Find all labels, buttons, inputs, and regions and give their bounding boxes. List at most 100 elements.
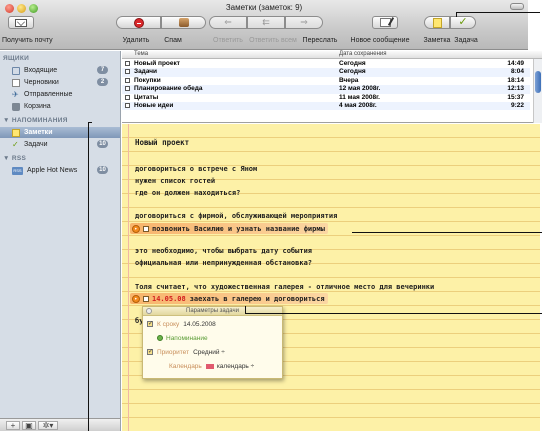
note-line: договориться о встрече с Яном — [135, 165, 258, 173]
list-header: Тема Дата сохранения — [122, 51, 542, 59]
scrollbar-thumb[interactable] — [535, 71, 541, 93]
todo-text: позвонить Василию и узнать название фирм… — [152, 224, 325, 233]
calendar-color-swatch — [205, 363, 214, 369]
todo-options-icon[interactable]: ▸ — [132, 294, 140, 303]
sidebar-item-label: Заметки — [24, 129, 53, 136]
close-popup-icon[interactable] — [146, 308, 152, 314]
list-row[interactable]: Покупки Вчера 18:14 — [122, 77, 530, 85]
unread-badge: 7 — [97, 66, 108, 74]
rss-header[interactable]: ▼ RSS — [3, 155, 26, 162]
row-checkbox[interactable] — [125, 86, 130, 92]
sidebar-item-label: Отправленные — [24, 91, 73, 98]
envelope-icon — [15, 18, 27, 27]
reminder-row: Напоминание — [157, 333, 212, 343]
show-photos-button[interactable]: ▣ — [22, 421, 36, 430]
todo-text: заехать в галерею и договориться — [189, 294, 325, 303]
reply-all-button[interactable]: ⇇ — [247, 16, 285, 29]
date-column-header[interactable]: Дата сохранения — [339, 51, 387, 57]
reply-label: Ответить — [213, 37, 243, 44]
junk-bag-icon — [178, 18, 189, 27]
note-editor[interactable]: Новый проект договориться о встрече с Ян… — [122, 124, 540, 431]
sidebar-item-trash[interactable]: Корзина — [0, 101, 120, 112]
list-row[interactable]: Задачи Сегодня 8:04 — [122, 68, 530, 77]
row-checkbox[interactable] — [125, 77, 130, 83]
reply-all-arrow-icon: ⇇ — [262, 17, 270, 27]
row-checkbox[interactable] — [125, 61, 130, 66]
sent-icon: ✈ — [12, 89, 19, 99]
sidebar: ЯЩИКИ Входящие 7 Черновики 2 ✈ Отправлен… — [0, 51, 121, 420]
get-mail-button[interactable] — [8, 16, 34, 29]
tasks-icon: ✓ — [12, 139, 19, 149]
delete-label: Удалить — [122, 37, 150, 44]
subject-column-header[interactable]: Тема — [134, 51, 148, 57]
list-row[interactable]: Новый проект Сегодня 14:49 — [122, 60, 530, 68]
popup-title: Параметры задачи — [186, 308, 239, 314]
list-row[interactable]: Цитаты 11 мая 2008г. 15:37 — [122, 94, 530, 102]
sidebar-item-label: Задачи — [24, 141, 48, 148]
count-badge: 2 — [97, 78, 108, 86]
priority-select[interactable]: Средний ÷ — [193, 349, 225, 356]
callout-line — [88, 122, 92, 123]
row-checkbox[interactable] — [125, 69, 130, 75]
forward-label: Переслать — [302, 37, 338, 44]
row-subject: Новый проект — [134, 60, 180, 67]
notes-list: Тема Дата сохранения Новый проект Сегодн… — [122, 51, 542, 123]
list-row[interactable]: Планирование обеда 12 мая 2008г. 12:13 — [122, 85, 530, 94]
sidebar-item-notes[interactable]: Заметки — [0, 127, 120, 138]
delete-icon — [133, 17, 144, 28]
row-date: 4 мая 2008г. — [339, 102, 377, 109]
note-line: нужен список гостей — [135, 177, 216, 185]
new-task-button[interactable]: ✓ — [450, 16, 476, 29]
sidebar-item-drafts[interactable]: Черновики 2 — [0, 77, 120, 88]
forward-arrow-icon: ⇒ — [300, 17, 308, 27]
callout-line — [245, 313, 542, 314]
sidebar-item-sent[interactable]: ✈ Отправленные — [0, 89, 120, 100]
new-message-button[interactable] — [372, 16, 398, 29]
add-mailbox-button[interactable]: + — [6, 421, 20, 430]
todo-item[interactable]: ▸ 14.05.08 заехать в галерею и договорит… — [130, 293, 328, 304]
action-menu-button[interactable]: ✲▾ — [38, 421, 58, 430]
list-row[interactable]: Новые идеи 4 мая 2008г. 9:22 — [122, 102, 530, 111]
row-time: 18:14 — [507, 76, 524, 84]
due-date-row: ✓ К сроку 14.05.2008 — [147, 319, 216, 329]
delete-button[interactable] — [116, 16, 161, 29]
row-checkbox[interactable] — [125, 103, 130, 108]
forward-button[interactable]: ⇒ — [285, 16, 323, 29]
note-line: это необходимо, чтобы выбрать дату событ… — [135, 247, 313, 255]
count-badge: 10 — [97, 166, 108, 174]
due-date-field[interactable]: 14.05.2008 — [183, 321, 216, 328]
new-note-button[interactable] — [424, 16, 450, 29]
sidebar-item-label: Входящие — [24, 67, 58, 74]
row-date: Сегодня — [339, 68, 366, 76]
calendar-label: Календарь — [169, 362, 202, 370]
todo-item[interactable]: ▸ позвонить Василию и узнать название фи… — [130, 223, 328, 234]
row-time: 9:22 — [510, 102, 524, 109]
callout-line — [352, 232, 542, 233]
sidebar-item-tasks[interactable]: ✓ Задачи 10 — [0, 139, 120, 150]
todo-due-date: 14.05.08 — [152, 294, 186, 303]
inbox-icon — [12, 66, 20, 75]
row-subject: Задачи — [134, 68, 158, 76]
toolbar-toggle-button[interactable] — [510, 3, 524, 10]
todo-checkbox[interactable] — [143, 295, 149, 302]
todo-checkbox[interactable] — [143, 225, 149, 232]
reminder-icon[interactable] — [157, 335, 163, 341]
note-label: Заметка — [423, 37, 451, 44]
priority-checkbox[interactable]: ✓ — [147, 349, 153, 355]
list-scrollbar[interactable] — [533, 59, 542, 123]
sidebar-item-apple-hot-news[interactable]: RSS Apple Hot News 10 — [0, 165, 120, 176]
sidebar-item-label: Черновики — [24, 79, 59, 86]
todo-options-icon[interactable]: ▸ — [132, 224, 140, 233]
due-date-checkbox[interactable]: ✓ — [147, 321, 153, 327]
junk-button[interactable] — [161, 16, 206, 29]
calendar-select[interactable]: календарь ÷ — [217, 363, 254, 370]
reminder-label[interactable]: Напоминание — [166, 335, 208, 342]
due-date-label: К сроку — [157, 320, 180, 328]
row-date: 12 мая 2008г. — [339, 85, 381, 93]
sidebar-item-inbox[interactable]: Входящие 7 — [0, 65, 120, 76]
reply-button[interactable]: ⇐ — [209, 16, 247, 29]
row-checkbox[interactable] — [125, 94, 130, 100]
note-line: Толя считает, что художественная галерея… — [135, 283, 435, 291]
priority-row: ✓ Приоритет Средний ÷ — [147, 347, 225, 357]
reminders-header[interactable]: ▼ НАПОМИНАНИЯ — [3, 117, 68, 124]
